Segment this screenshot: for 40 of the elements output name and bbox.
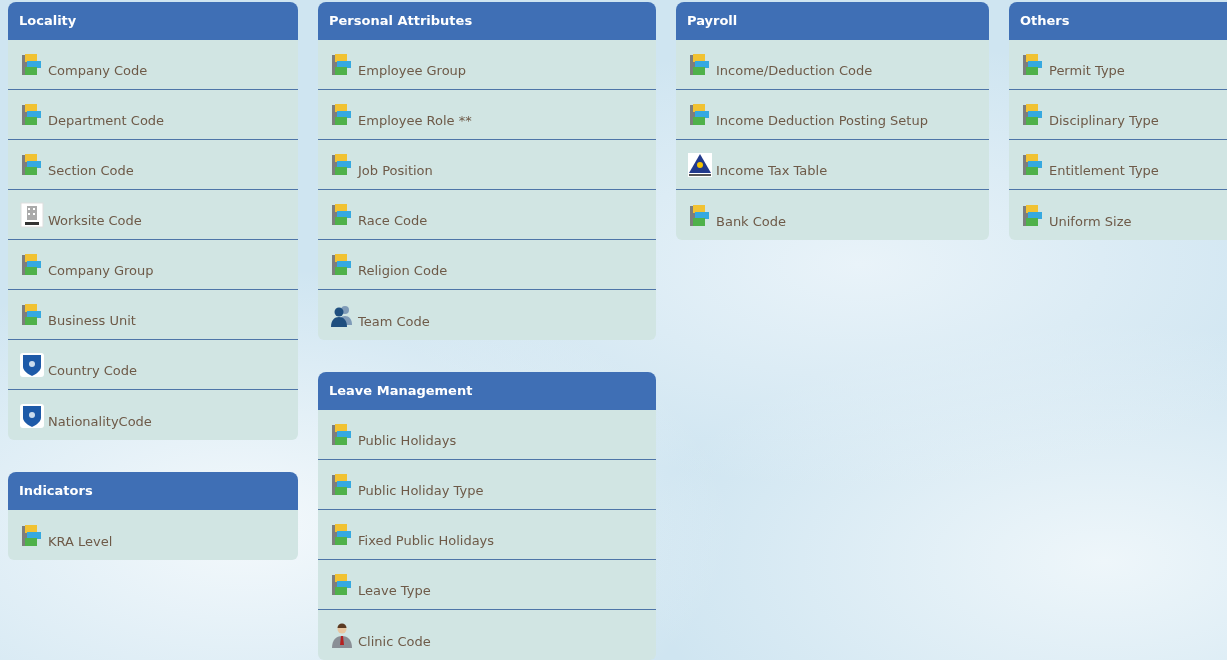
menu-item[interactable]: Entitlement Type <box>1009 140 1227 190</box>
menu-item[interactable]: NationalityCode <box>8 390 298 440</box>
menu-item[interactable]: Company Code <box>8 40 298 90</box>
menu-item[interactable]: Employee Group <box>318 40 656 90</box>
menu-item[interactable]: Permit Type <box>1009 40 1227 90</box>
menu-item[interactable]: Income Tax Table <box>676 140 989 190</box>
menu-item[interactable]: Team Code <box>318 290 656 340</box>
menu-item[interactable]: Job Position <box>318 140 656 190</box>
section-header: Others <box>1009 2 1227 40</box>
menu-item[interactable]: Income Deduction Posting Setup <box>676 90 989 140</box>
menu-item[interactable]: Public Holidays <box>318 410 656 460</box>
menu-item[interactable]: Leave Type <box>318 560 656 610</box>
menu-item[interactable]: Fixed Public Holidays <box>318 510 656 560</box>
menu-item[interactable]: Department Code <box>8 90 298 140</box>
menu-item[interactable]: Clinic Code <box>318 610 656 660</box>
section-header: Payroll <box>676 2 989 40</box>
menu-item[interactable]: Business Unit <box>8 290 298 340</box>
menu-item[interactable]: Disciplinary Type <box>1009 90 1227 140</box>
menu-item[interactable]: Race Code <box>318 190 656 240</box>
menu-item[interactable]: Section Code <box>8 140 298 190</box>
section-header: Indicators <box>8 472 298 510</box>
shield-icon <box>19 403 45 429</box>
menu-item[interactable]: Worksite Code <box>8 190 298 240</box>
menu-item[interactable]: Income/Deduction Code <box>676 40 989 90</box>
people-icon <box>329 303 355 329</box>
menu-item[interactable]: Uniform Size <box>1009 190 1227 240</box>
menu-item[interactable]: Company Group <box>8 240 298 290</box>
section-header: Personal Attributes <box>318 2 656 40</box>
person-icon <box>329 623 355 649</box>
menu-item[interactable]: Country Code <box>8 340 298 390</box>
menu-item[interactable]: Public Holiday Type <box>318 460 656 510</box>
section-header: Locality <box>8 2 298 40</box>
shield-icon <box>19 352 45 378</box>
menu-item[interactable]: Religion Code <box>318 240 656 290</box>
section-header: Leave Management <box>318 372 656 410</box>
menu-item[interactable]: Bank Code <box>676 190 989 240</box>
menu-item[interactable]: KRA Level <box>8 510 298 560</box>
menu-item[interactable]: Employee Role ** <box>318 90 656 140</box>
building-icon <box>19 202 45 228</box>
triangle-logo-icon <box>687 152 713 178</box>
